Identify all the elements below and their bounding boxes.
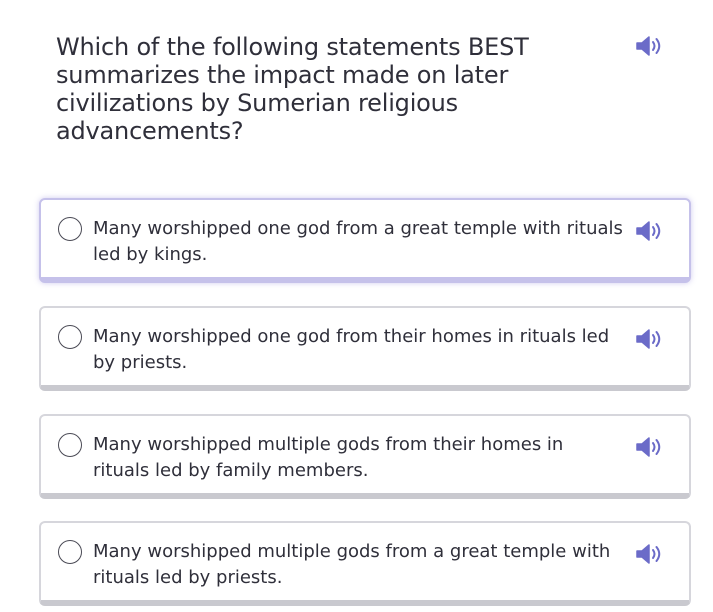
question-speaker-icon[interactable] (635, 35, 663, 57)
answer-option-text: Many worshipped one god from a great tem… (93, 218, 623, 265)
answer-option-text: Many worshipped multiple gods from a gre… (93, 541, 611, 588)
answer-option-1[interactable]: Many worshipped one god from a great tem… (39, 198, 691, 283)
radio-button[interactable] (58, 540, 82, 564)
answer-option-text: Many worshipped multiple gods from their… (93, 434, 564, 481)
answer-option-text: Many worshipped one god from their homes… (93, 326, 610, 373)
option-speaker-icon[interactable] (635, 436, 663, 458)
option-speaker-icon[interactable] (635, 220, 663, 242)
option-speaker-icon[interactable] (635, 328, 663, 350)
radio-button[interactable] (58, 217, 82, 241)
option-speaker-icon[interactable] (635, 543, 663, 565)
answer-option-2[interactable]: Many worshipped one god from their homes… (39, 306, 691, 391)
radio-button[interactable] (58, 325, 82, 349)
radio-button[interactable] (58, 433, 82, 457)
question-text: Which of the following statements BEST s… (56, 33, 529, 145)
answer-option-3[interactable]: Many worshipped multiple gods from their… (39, 414, 691, 499)
answer-option-4[interactable]: Many worshipped multiple gods from a gre… (39, 521, 691, 606)
question-page: Which of the following statements BEST s… (0, 0, 713, 612)
